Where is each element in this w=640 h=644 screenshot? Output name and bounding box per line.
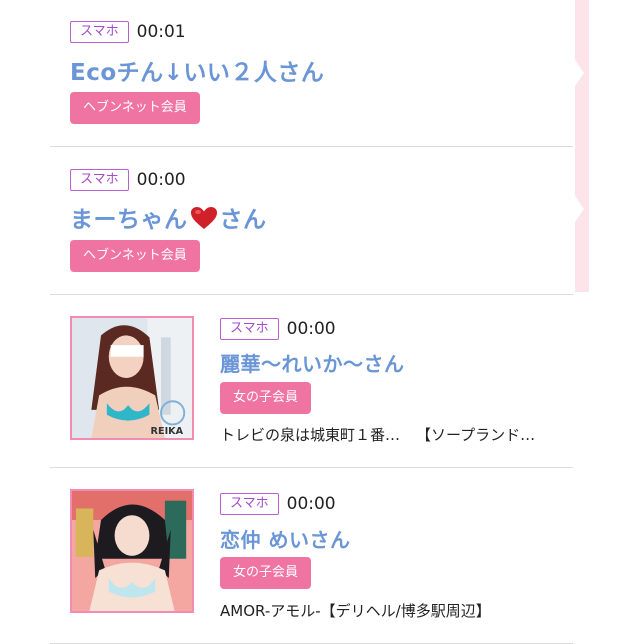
shop-name[interactable]: トレビの泉は城東町１番… 【ソープランド… [220,424,535,445]
photo-label: REIKA [151,426,184,437]
list-item[interactable]: REIKA スマホ 00:00 麗華〜れいか〜さん 女の子会員 トレビの泉は城東… [50,295,573,468]
entry-meta: スマホ 00:01 [70,20,186,44]
access-time: 00:00 [286,319,336,339]
device-badge: スマホ [220,318,279,340]
shop-name[interactable]: AMOR-アモル-【デリヘル/博多駅周辺】 [220,600,491,621]
heart-icon [190,206,218,230]
device-badge: スマホ [70,169,129,191]
visitor-name-text: まーちゃん [70,207,188,233]
visitor-name[interactable]: Ecoチん↓いい２人さん [70,53,324,87]
shop-category: 【ソープランド… [416,426,536,444]
entry-meta: スマホ 00:00 [70,168,186,192]
visitor-list: スマホ 00:01 Ecoチん↓いい２人さん ヘブンネット会員 スマホ 00:0… [50,0,573,644]
profile-photo[interactable]: REIKA [70,316,194,440]
entry-meta: スマホ 00:00 [220,317,336,341]
device-badge: スマホ [70,21,129,43]
device-badge: スマホ [220,493,279,515]
visitor-name-suffix: さん [219,207,267,233]
list-item[interactable]: スマホ 00:00 恋仲 めいさん 女の子会員 AMOR-アモル-【デリヘル/博… [50,468,573,644]
member-type-badge: ヘブンネット会員 [70,92,200,124]
entry-meta: スマホ 00:00 [220,492,336,516]
member-type-badge: 女の子会員 [220,557,312,589]
side-ribbon-decoration [575,0,589,292]
visitor-name[interactable]: まーちゃん さん [70,200,267,234]
access-time: 00:01 [136,22,186,42]
member-type-badge: ヘブンネット会員 [70,240,200,272]
list-item[interactable]: スマホ 00:01 Ecoチん↓いい２人さん ヘブンネット会員 [50,0,573,147]
access-time: 00:00 [136,170,186,190]
profile-photo[interactable] [70,489,194,613]
shop-name-text: トレビの泉は城東町１番… [220,426,401,444]
visitor-name[interactable]: 麗華〜れいか〜さん [220,348,405,377]
member-type-badge: 女の子会員 [220,382,312,414]
visitor-name[interactable]: 恋仲 めいさん [220,524,350,553]
list-item[interactable]: スマホ 00:00 まーちゃん さん ヘブンネット会員 [50,147,573,295]
access-time: 00:00 [286,494,336,514]
